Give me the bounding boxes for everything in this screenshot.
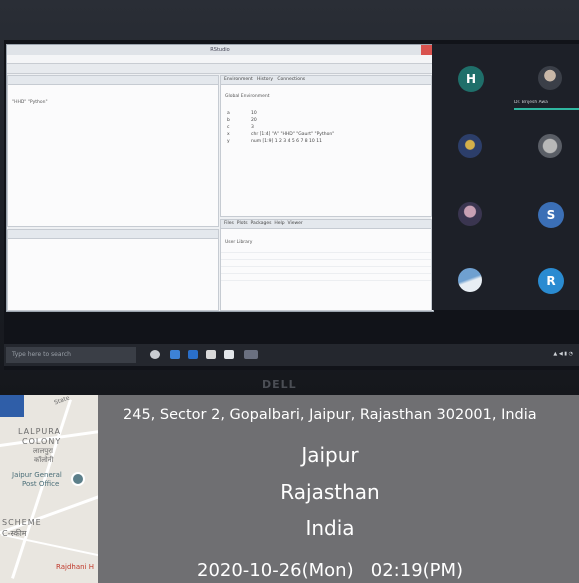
city-text: Jaipur <box>301 443 359 467</box>
env-row: c3 <box>221 124 431 131</box>
env-row: y num [1:9] 1 2 3 4 5 6 7 8 10 11 <box>221 138 431 145</box>
store-icon[interactable] <box>224 350 234 359</box>
task-view-icon[interactable] <box>150 350 160 359</box>
env-value: 3 <box>251 125 254 130</box>
monitor-brand-logo: DELL <box>262 378 297 391</box>
console-pane[interactable] <box>7 229 219 311</box>
env-row: a 10 <box>221 110 431 117</box>
meeting-participants-panel: H Dr. Brijesh Awa S R <box>432 44 579 310</box>
package-row[interactable] <box>221 274 431 281</box>
rstudio-window: RStudio "HHD" "Python" Environment Histo… <box>6 44 434 312</box>
env-key: y <box>227 139 230 144</box>
edge-icon[interactable] <box>188 350 198 359</box>
participant-photo[interactable] <box>538 134 562 158</box>
env-value: chr [1:4] "A" "HHD" "Gaurt" "Python" <box>251 132 335 137</box>
env-key: x <box>227 132 230 137</box>
package-row[interactable] <box>221 260 431 267</box>
system-tray[interactable]: ▲ ◀ ▮ ◔ <box>553 351 573 357</box>
toolbar[interactable] <box>7 64 433 74</box>
map-label-rajdhani: Rajdhani H <box>56 563 94 571</box>
environment-tabs[interactable]: Environment History Connections <box>221 76 431 85</box>
tab-viewer[interactable]: Viewer <box>287 221 302 226</box>
tab-plots[interactable]: Plots <box>237 221 248 226</box>
env-key: c <box>227 125 230 130</box>
participant-photo[interactable] <box>458 202 482 226</box>
active-speaker-bar <box>514 108 579 110</box>
package-row[interactable] <box>221 253 431 260</box>
map-transit-badge <box>0 395 24 417</box>
package-row[interactable] <box>221 267 431 274</box>
env-value: 10 <box>251 111 257 116</box>
env-value: 20 <box>251 118 257 123</box>
map-label-lalpura: LALPURA <box>18 427 61 436</box>
tab-environment[interactable]: Environment <box>224 77 253 82</box>
participant-photo[interactable] <box>538 66 562 90</box>
participant-avatar-r[interactable]: R <box>538 268 564 294</box>
environment-pane[interactable]: Environment History Connections Global E… <box>220 75 432 217</box>
map-label-post-office-1: Jaipur General <box>12 471 62 479</box>
source-line: "HHD" "Python" <box>12 100 48 105</box>
env-row: b 20 <box>221 117 431 124</box>
rstudio-taskbar-icon[interactable] <box>244 350 258 359</box>
files-tabs[interactable]: Files Plots Packages Help Viewer <box>221 220 431 229</box>
console-header <box>8 230 218 239</box>
country-text: India <box>305 516 355 540</box>
global-env-selector[interactable]: Global Environment <box>221 93 431 100</box>
participant-photo[interactable] <box>458 268 482 292</box>
timestamp-text: 2020-10-26(Mon) 02:19(PM) <box>197 560 464 581</box>
user-library-label: User Library <box>225 240 253 245</box>
participant-photo[interactable] <box>458 134 482 158</box>
monitor-photo: RStudio "HHD" "Python" Environment Histo… <box>0 0 579 395</box>
windows-taskbar: Type here to search ▲ ◀ ▮ ◔ <box>4 344 579 366</box>
state-text: Rajasthan <box>280 480 380 504</box>
source-pane-header <box>8 76 218 85</box>
tab-packages[interactable]: Packages <box>250 221 271 226</box>
files-pane[interactable]: Files Plots Packages Help Viewer User Li… <box>220 219 432 311</box>
participant-avatar-h[interactable]: H <box>458 66 484 92</box>
tab-files[interactable]: Files <box>224 221 234 226</box>
taskbar-search-input[interactable]: Type here to search <box>6 347 136 363</box>
speaker-label: Dr. Brijesh Awa <box>514 100 548 105</box>
tab-help[interactable]: Help <box>274 221 284 226</box>
env-row: x chr [1:4] "A" "HHD" "Gaurt" "Python" <box>221 131 431 138</box>
explorer-icon[interactable] <box>206 350 216 359</box>
address-text: 245, Sector 2, Gopalbari, Jaipur, Rajast… <box>123 407 537 423</box>
env-key: a <box>227 111 230 116</box>
mail-icon[interactable] <box>170 350 180 359</box>
env-key: b <box>227 118 230 123</box>
tab-connections[interactable]: Connections <box>277 77 305 82</box>
env-value: num [1:9] 1 2 3 4 5 6 7 8 10 11 <box>251 139 322 144</box>
window-title: RStudio <box>7 45 433 55</box>
package-row[interactable] <box>221 246 431 253</box>
participant-avatar-s[interactable]: S <box>538 202 564 228</box>
source-pane[interactable]: "HHD" "Python" <box>7 75 219 227</box>
tab-history[interactable]: History <box>257 77 273 82</box>
menu-bar[interactable] <box>7 55 433 64</box>
